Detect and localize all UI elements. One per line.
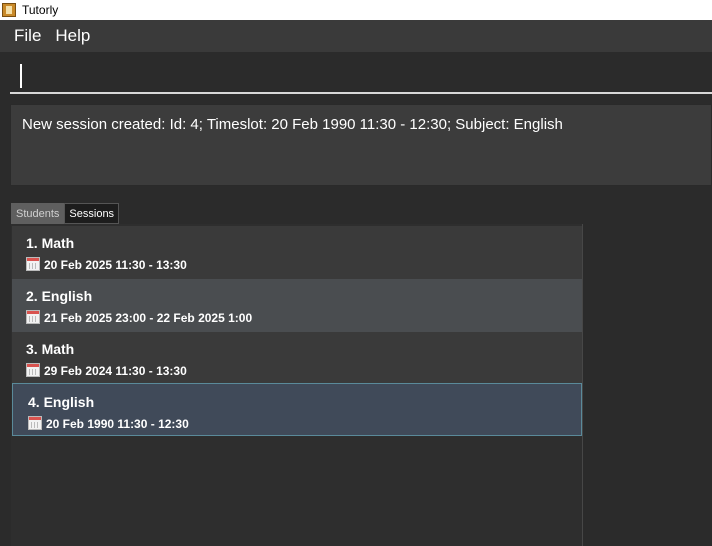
app-logo-icon	[2, 3, 16, 17]
calendar-icon	[26, 257, 40, 271]
session-timeslot: 29 Feb 2024 11:30 - 13:30	[44, 364, 187, 378]
session-list[interactable]: 1. Math 20 Feb 2025 11:30 - 13:30 2. Eng…	[11, 224, 583, 546]
menu-file[interactable]: File	[7, 26, 48, 46]
tab-students[interactable]: Students	[11, 203, 65, 224]
result-message: New session created: Id: 4; Timeslot: 20…	[22, 116, 563, 133]
result-display: New session created: Id: 4; Timeslot: 20…	[0, 100, 712, 190]
tab-bar: Students Sessions	[11, 203, 120, 224]
session-title: 4. English	[28, 394, 95, 410]
text-caret	[20, 64, 22, 88]
tab-sessions[interactable]: Sessions	[64, 203, 120, 224]
command-box	[0, 52, 712, 98]
session-card-selected[interactable]: 4. English 20 Feb 1990 11:30 - 12:30	[12, 383, 582, 436]
title-bar: Tutorly	[0, 0, 712, 20]
window-title: Tutorly	[22, 3, 59, 17]
detail-pane	[583, 224, 712, 546]
session-title: 2. English	[26, 288, 93, 304]
command-input[interactable]	[10, 62, 712, 94]
session-timeslot: 20 Feb 2025 11:30 - 13:30	[44, 258, 187, 272]
session-title: 1. Math	[26, 235, 75, 251]
session-timeslot: 20 Feb 1990 11:30 - 12:30	[46, 417, 189, 431]
session-title: 3. Math	[26, 341, 75, 357]
menu-help[interactable]: Help	[48, 26, 97, 46]
calendar-icon	[26, 363, 40, 377]
session-card[interactable]: 1. Math 20 Feb 2025 11:30 - 13:30	[12, 226, 582, 279]
menu-bar: File Help	[0, 20, 712, 52]
session-card[interactable]: 3. Math 29 Feb 2024 11:30 - 13:30	[12, 332, 582, 385]
session-timeslot: 21 Feb 2025 23:00 - 22 Feb 2025 1:00	[44, 311, 253, 325]
calendar-icon	[26, 310, 40, 324]
app-window: Tutorly File Help New session created: I…	[0, 0, 712, 546]
session-card[interactable]: 2. English 21 Feb 2025 23:00 - 22 Feb 20…	[12, 279, 582, 332]
calendar-icon	[28, 416, 42, 430]
result-box: New session created: Id: 4; Timeslot: 20…	[10, 104, 712, 186]
